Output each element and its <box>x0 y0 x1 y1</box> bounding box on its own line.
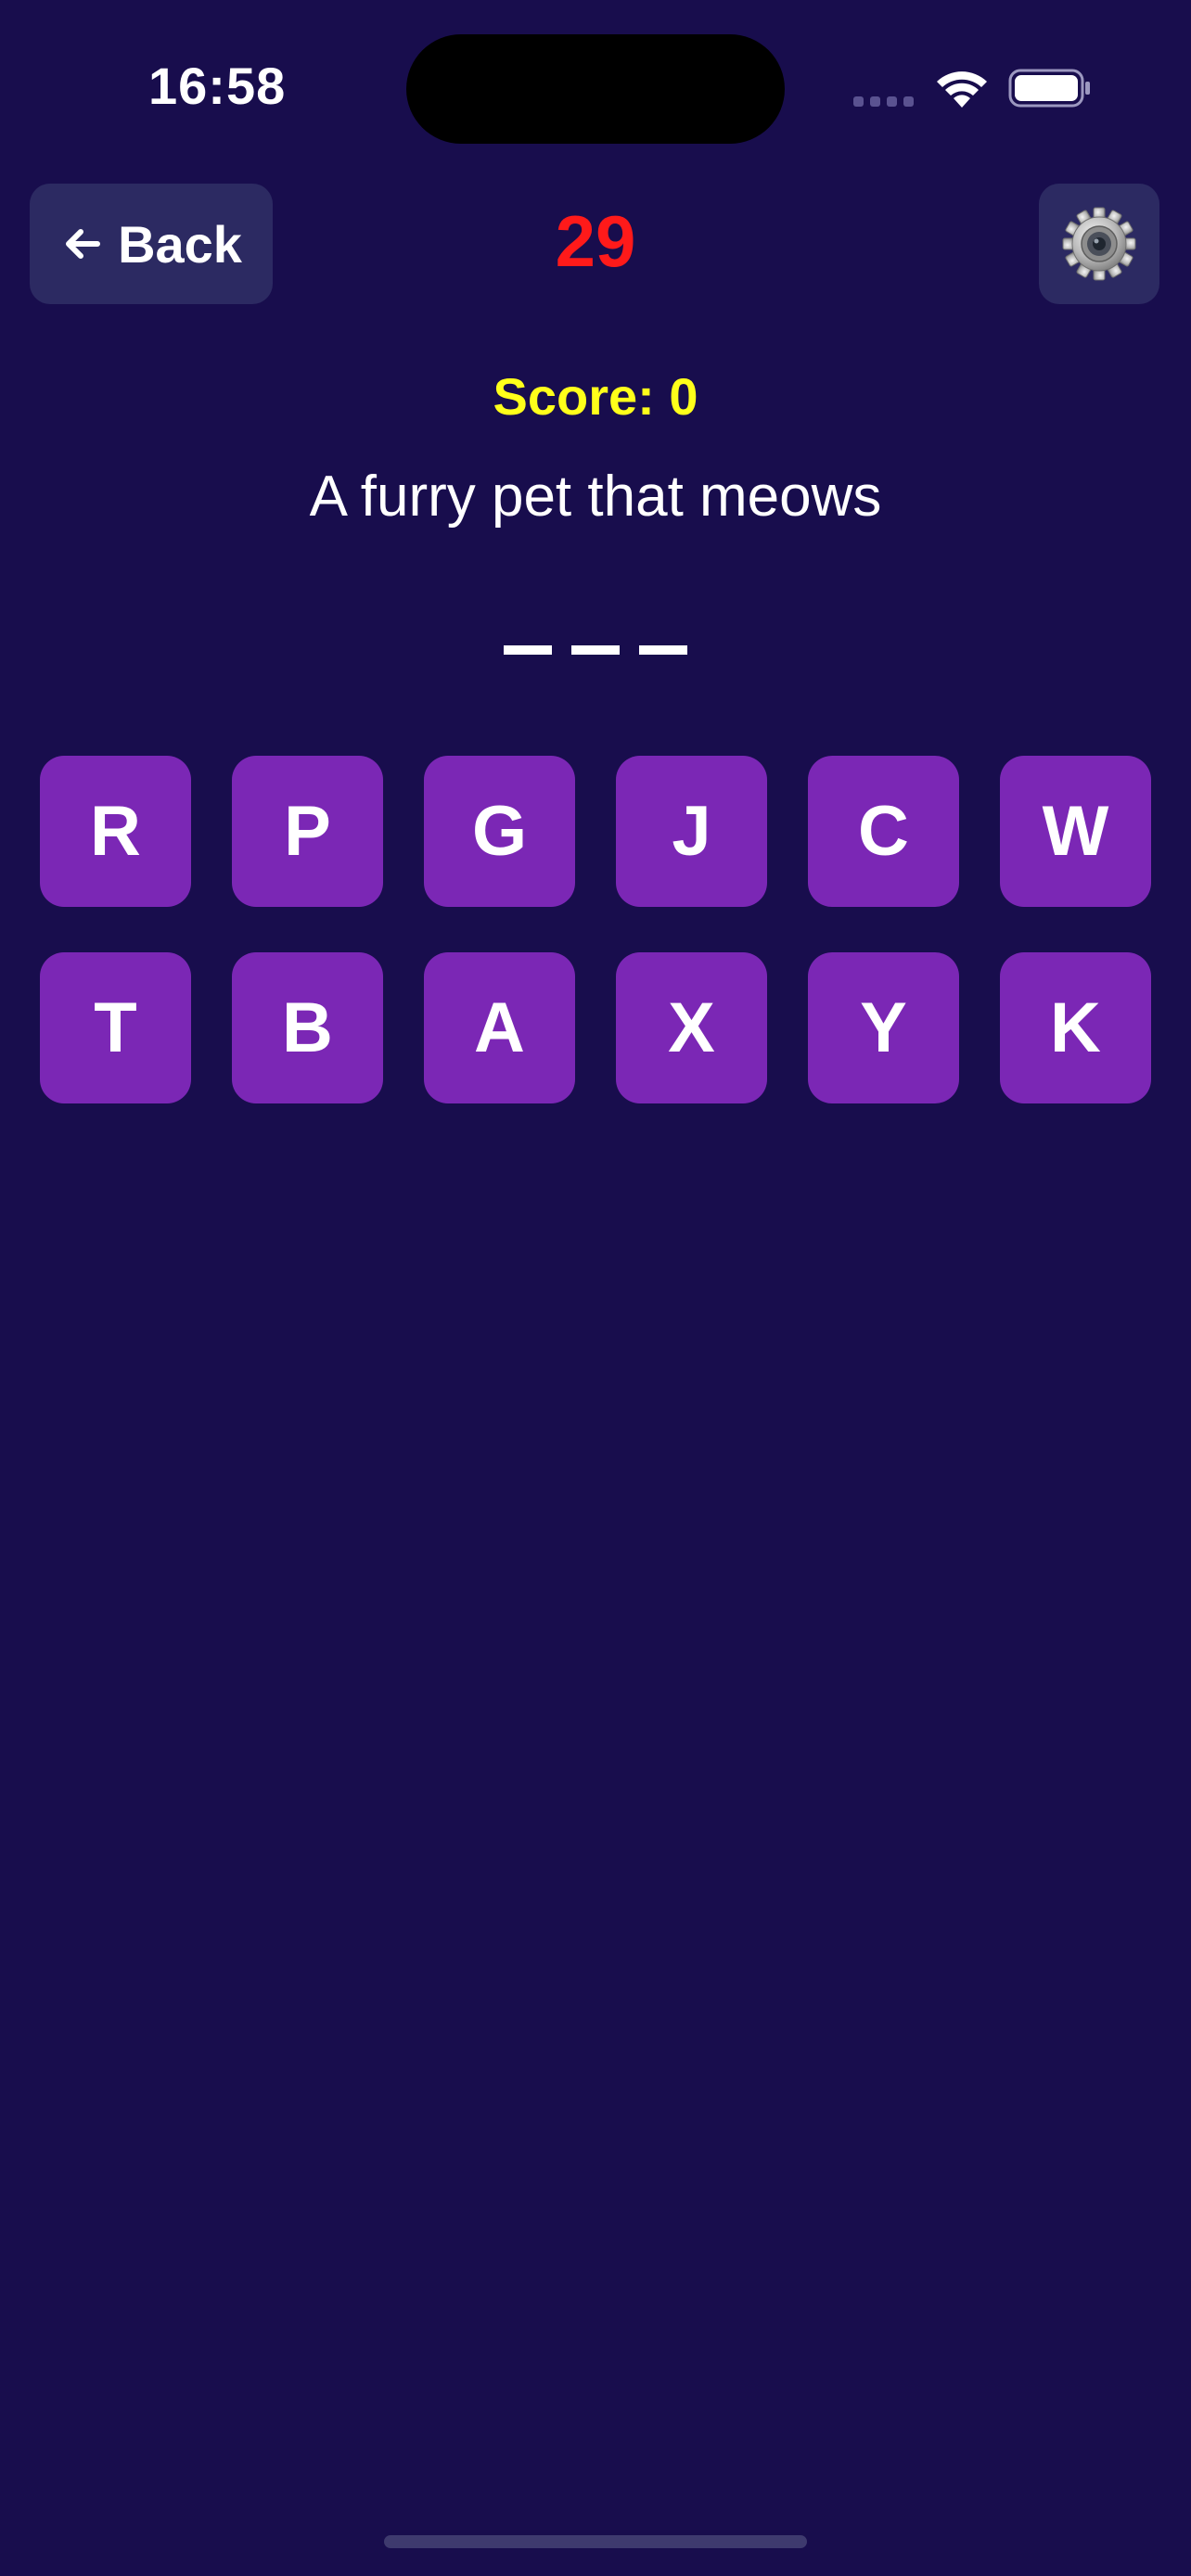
letter-tile[interactable]: X <box>616 952 767 1103</box>
answer-slots <box>0 645 1191 655</box>
letter-tile[interactable]: W <box>1000 756 1151 907</box>
letter-tile[interactable]: G <box>424 756 575 907</box>
letter-tile[interactable]: Y <box>808 952 959 1103</box>
countdown-timer: 29 <box>555 200 636 282</box>
letter-tile[interactable]: C <box>808 756 959 907</box>
letter-tile[interactable]: T <box>40 952 191 1103</box>
answer-blank <box>504 645 552 655</box>
letter-tile[interactable]: R <box>40 756 191 907</box>
letter-grid: RPGJCW TBAXYK <box>40 756 1151 1103</box>
cellular-signal-icon <box>853 96 914 107</box>
dynamic-island <box>406 34 785 144</box>
letter-tile[interactable]: P <box>232 756 383 907</box>
back-button[interactable]: Back <box>30 184 273 304</box>
wifi-icon <box>937 71 987 108</box>
arrow-left-icon <box>66 229 101 259</box>
status-bar: 16:58 <box>0 0 1191 176</box>
answer-blank <box>639 645 687 655</box>
letter-tile[interactable]: K <box>1000 952 1151 1103</box>
answer-blank <box>571 645 620 655</box>
home-indicator[interactable] <box>384 2535 807 2548</box>
letter-tile[interactable]: J <box>616 756 767 907</box>
clue-text: A furry pet that meows <box>309 465 882 529</box>
battery-icon <box>1008 69 1090 108</box>
status-time: 16:58 <box>148 57 287 115</box>
letter-tile[interactable]: A <box>424 952 575 1103</box>
score-label: Score: 0 <box>493 367 698 426</box>
back-button-label: Back <box>118 214 242 274</box>
letter-tile[interactable]: B <box>232 952 383 1103</box>
gear-icon <box>1062 207 1136 281</box>
settings-button[interactable] <box>1039 184 1159 304</box>
